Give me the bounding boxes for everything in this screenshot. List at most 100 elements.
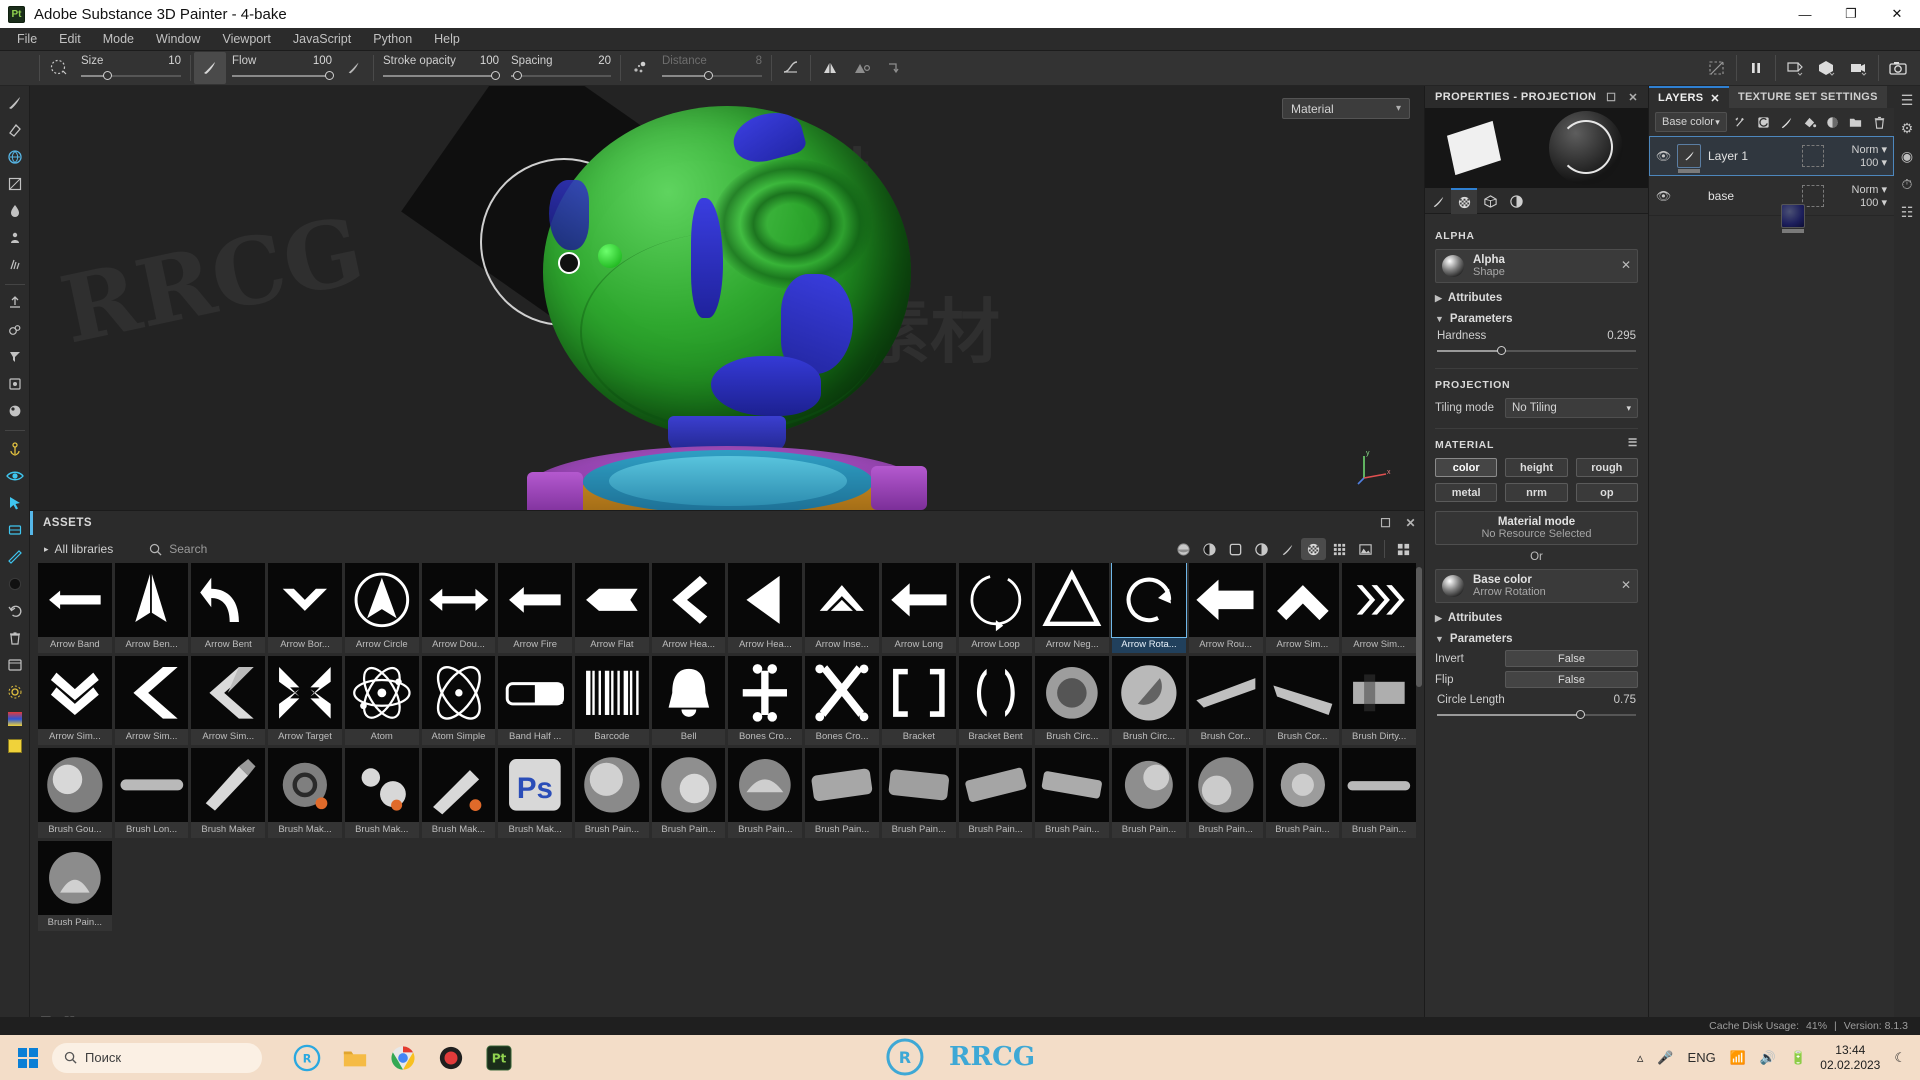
invert-value[interactable]: False	[1505, 650, 1638, 667]
symmetry-plane-icon[interactable]	[846, 52, 878, 84]
falloff-curve-icon[interactable]	[775, 52, 807, 84]
basecolor-attributes-toggle[interactable]: ▶ Attributes	[1435, 612, 1638, 624]
asset-item[interactable]: Arrow Bent	[191, 563, 266, 653]
settings-tool[interactable]	[1, 679, 29, 705]
rrcg-logo-icon[interactable]: R	[290, 1041, 324, 1075]
layer-blend-mode[interactable]: Norm ▾	[1831, 143, 1887, 156]
minimize-button[interactable]: —	[1782, 0, 1828, 28]
tab-layers[interactable]: LAYERS ✕	[1649, 86, 1729, 108]
size-slider[interactable]	[81, 70, 181, 82]
stroke-opacity-slider[interactable]	[383, 70, 500, 82]
add-paint-layer-icon[interactable]	[1778, 112, 1796, 132]
asset-item[interactable]: Arrow Circle	[344, 563, 419, 653]
basecolor-parameters-toggle[interactable]: ▼ Parameters	[1435, 633, 1638, 645]
clear-alpha-icon[interactable]: ✕	[1621, 258, 1631, 272]
asset-item[interactable]: Arrow Band	[38, 563, 112, 653]
mask-tool[interactable]	[1, 517, 29, 543]
asset-item[interactable]: Band Half ...	[498, 655, 573, 746]
menu-item-javascript[interactable]: JavaScript	[282, 28, 362, 51]
close-button[interactable]: ✕	[1874, 0, 1920, 28]
asset-item[interactable]: Arrow Dou...	[421, 563, 496, 653]
asset-item[interactable]: Arrow Inse...	[805, 563, 879, 653]
pause-icon[interactable]	[1740, 52, 1772, 84]
layer-opacity[interactable]: 100 ▾	[1831, 196, 1887, 209]
brush-tip-icon[interactable]	[194, 52, 226, 84]
model-sphere[interactable]	[543, 105, 911, 438]
channel-select[interactable]: Base color ▾	[1655, 112, 1727, 132]
asset-item[interactable]: Brush Pain...	[958, 748, 1033, 839]
asset-item[interactable]: Bracket Bent	[958, 655, 1033, 746]
attributes-toggle[interactable]: ▶ Attributes	[1435, 292, 1638, 304]
physical-paint-tool[interactable]	[1, 252, 29, 278]
start-button[interactable]	[8, 1038, 48, 1078]
menu-item-help[interactable]: Help	[423, 28, 471, 51]
asset-item[interactable]: Brush Mak...	[268, 748, 342, 839]
menu-item-window[interactable]: Window	[145, 28, 211, 51]
settings-icon[interactable]: ⚙	[1901, 120, 1914, 137]
asset-item[interactable]: Arrow Flat	[575, 563, 649, 653]
asset-item[interactable]: Atom Simple	[421, 655, 496, 746]
flip-value[interactable]: False	[1505, 671, 1638, 688]
dock-icon[interactable]: ☐	[1606, 91, 1616, 104]
clear-basecolor-icon[interactable]: ✕	[1621, 578, 1631, 592]
asset-item[interactable]: Bracket	[881, 655, 956, 746]
asset-item[interactable]: Brush Pain...	[1342, 748, 1416, 839]
menu-item-viewport[interactable]: Viewport	[211, 28, 281, 51]
asset-item[interactable]: Arrow Long	[881, 563, 956, 653]
asset-item[interactable]: Atom	[344, 655, 419, 746]
layer-name[interactable]: base	[1708, 189, 1734, 203]
add-fill-icon[interactable]	[1801, 112, 1819, 132]
halfsphere-filter-icon[interactable]	[1197, 538, 1222, 560]
asset-item[interactable]: Arrow Target	[268, 655, 342, 746]
projection-tool[interactable]	[1, 144, 29, 170]
asset-item[interactable]: Brush Mak...	[421, 748, 496, 839]
asset-item[interactable]: Brush Gou...	[38, 748, 112, 839]
alpha-resource-row[interactable]: Alpha Shape ✕	[1435, 249, 1638, 283]
language-indicator[interactable]: ENG	[1688, 1050, 1716, 1065]
add-fill-layer-icon[interactable]	[1755, 112, 1773, 132]
asset-item[interactable]: Brush Circ...	[1035, 655, 1110, 746]
battery-icon[interactable]: 🔋	[1790, 1050, 1806, 1066]
flow-slider[interactable]	[232, 70, 334, 82]
asset-item[interactable]: Brush Pain...	[575, 748, 649, 839]
volume-icon[interactable]: 🔊	[1760, 1050, 1776, 1066]
add-mask-icon[interactable]	[1824, 112, 1842, 132]
history-icon[interactable]: ⏱	[1902, 176, 1913, 193]
eye-icon[interactable]: 👁	[1656, 149, 1671, 163]
maximize-button[interactable]: ❐	[1828, 0, 1874, 28]
asset-item[interactable]: Arrow Loop	[958, 563, 1033, 653]
spacing-dots-icon[interactable]	[624, 52, 656, 84]
brush-preset-icon[interactable]	[43, 52, 75, 84]
texture-filter-icon[interactable]	[1353, 538, 1378, 560]
assets-scrollbar[interactable]	[1416, 567, 1422, 687]
layer-list-icon[interactable]: ☰	[1901, 92, 1914, 109]
view-mode-icon[interactable]	[1779, 52, 1811, 84]
asset-item[interactable]: Bell	[651, 655, 726, 746]
hardness-slider[interactable]	[1437, 344, 1636, 358]
camera-mode-icon[interactable]	[1843, 52, 1875, 84]
flow-brush-icon[interactable]	[338, 52, 370, 84]
clone-tool[interactable]	[1, 225, 29, 251]
channel-metal[interactable]: metal	[1435, 483, 1498, 502]
menu-item-edit[interactable]: Edit	[48, 28, 92, 51]
taskbar-clock[interactable]: 13:44 02.02.2023	[1820, 1043, 1880, 1073]
asset-item[interactable]: Arrow Bor...	[268, 563, 342, 653]
asset-item[interactable]: Arrow Sim...	[1342, 563, 1416, 653]
asset-item[interactable]: Brush Lon...	[114, 748, 189, 839]
asset-item[interactable]: Arrow Rou...	[1188, 563, 1263, 653]
asset-item[interactable]: Brush Cor...	[1188, 655, 1263, 746]
table-row[interactable]: 👁 base Norm ▾ 100 ▾	[1649, 176, 1894, 233]
layer-name[interactable]: Layer 1	[1708, 149, 1748, 163]
sphere-filter-icon[interactable]	[1171, 538, 1196, 560]
asset-item[interactable]: Bones Cro...	[728, 655, 803, 746]
asset-item[interactable]: Brush Pain...	[1265, 748, 1340, 839]
menu-item-python[interactable]: Python	[362, 28, 423, 51]
square-filter-icon[interactable]	[1223, 538, 1248, 560]
distance-slider[interactable]	[662, 70, 762, 82]
search-input[interactable]: Search	[149, 542, 399, 556]
library-selector[interactable]: ▸ All libraries	[38, 540, 119, 558]
cursor-select-tool[interactable]	[1, 490, 29, 516]
alpha-filter-icon[interactable]	[1301, 538, 1326, 560]
mesh-icon[interactable]	[1811, 52, 1843, 84]
projection-handle[interactable]	[598, 244, 622, 268]
